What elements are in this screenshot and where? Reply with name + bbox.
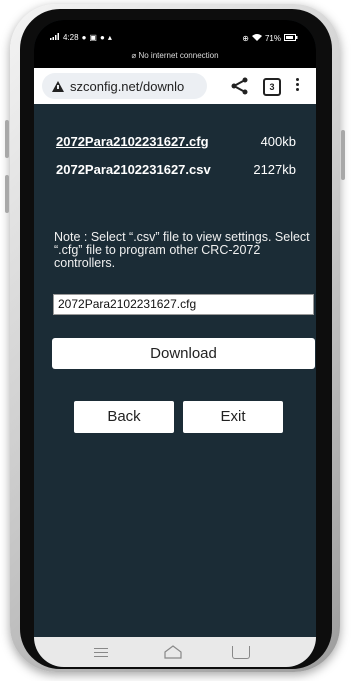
signal-icon: [50, 33, 60, 42]
phone-side-button-left-2: [5, 175, 9, 213]
status-bar: 4:28 ● ▣ ● ▴ ⊕ 71% ⌀ No internet connect…: [34, 20, 316, 68]
back-button[interactable]: Back: [74, 401, 174, 433]
download-button[interactable]: Download: [52, 338, 315, 369]
file-size-cfg: 400kb: [260, 134, 296, 149]
more-menu-icon[interactable]: [296, 78, 300, 94]
wifi-icon: [251, 33, 262, 43]
tabs-icon[interactable]: 3: [263, 78, 281, 96]
chat-icon: ●: [81, 33, 87, 42]
url-text: szconfig.net/downlo: [70, 78, 185, 94]
battery-icon: [284, 33, 298, 43]
phone-side-button-left: [5, 120, 9, 158]
file-link-csv[interactable]: 2072Para2102231627.csv: [56, 162, 211, 177]
warning-icon[interactable]: [52, 80, 64, 92]
file-size-csv: 2127kb: [253, 162, 296, 177]
status-time: 4:28: [63, 33, 79, 42]
file-row-csv: 2072Para2102231627.csv 2127kb: [56, 162, 296, 177]
notification-icon: ▴: [107, 33, 112, 42]
status-right: ⊕ 71%: [242, 33, 298, 43]
file-row-cfg: 2072Para2102231627.cfg 400kb: [56, 134, 296, 149]
no-connection-banner: ⌀ No internet connection: [34, 51, 316, 60]
screen: 4:28 ● ▣ ● ▴ ⊕ 71% ⌀ No internet connect…: [34, 20, 316, 667]
battery-percent: 71%: [264, 33, 281, 43]
exit-button[interactable]: Exit: [183, 401, 283, 433]
youtube-icon: ▣: [89, 33, 97, 42]
back-nav-icon[interactable]: [232, 646, 250, 659]
phone-side-button-right: [341, 130, 345, 180]
home-icon[interactable]: [164, 645, 182, 659]
recents-icon[interactable]: [94, 648, 108, 657]
address-bar[interactable]: szconfig.net/downlo: [42, 73, 207, 99]
circle-icon: ●: [99, 33, 105, 42]
no-connection-text: No internet connection: [138, 51, 219, 60]
browser-toolbar: szconfig.net/downlo 3: [34, 68, 316, 104]
note-text: Note : Select “.csv” file to view settin…: [54, 230, 310, 270]
file-link-cfg[interactable]: 2072Para2102231627.cfg: [56, 134, 209, 149]
status-left: 4:28 ● ▣ ● ▴: [50, 33, 112, 42]
share-icon[interactable]: [230, 76, 250, 96]
vpn-icon: ⊕: [242, 33, 249, 43]
android-nav-bar: [34, 637, 316, 667]
camera-notch: [130, 20, 210, 42]
filename-input[interactable]: 2072Para2102231627.cfg: [53, 294, 314, 315]
